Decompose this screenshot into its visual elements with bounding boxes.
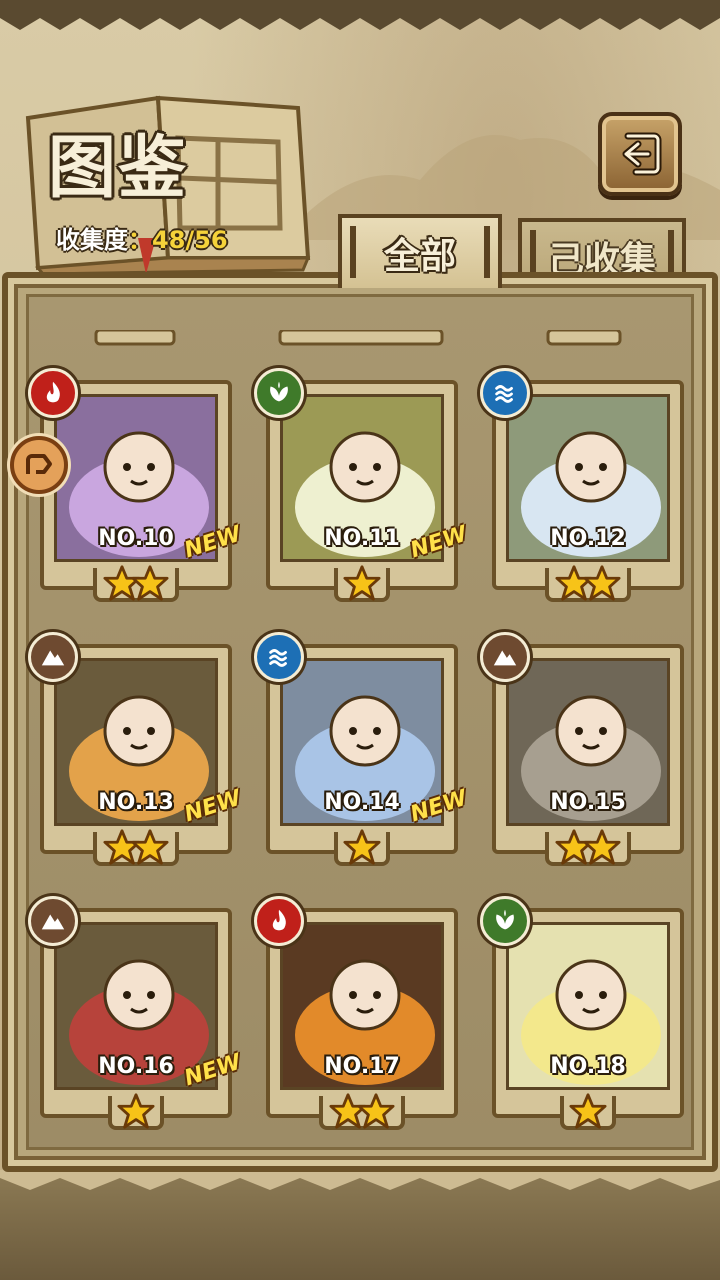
rarity-star-icon	[131, 565, 169, 601]
previous-row-stars	[278, 330, 444, 346]
element-badge	[480, 368, 530, 418]
rarity-stars	[103, 564, 169, 602]
element-badge	[28, 896, 78, 946]
card-art: NO.18	[506, 922, 670, 1090]
collection-card[interactable]: NO.15	[480, 632, 684, 866]
rarity-star-icon	[569, 1093, 607, 1129]
leaf-element-icon	[270, 381, 288, 402]
side-collapse-button[interactable]	[10, 436, 68, 494]
card-number: NO.12	[550, 526, 626, 551]
earth-element-icon	[41, 914, 65, 930]
collection-card[interactable]: NO.17	[254, 896, 458, 1130]
page-title: 图鉴	[48, 129, 189, 208]
collection-card[interactable]: NO.12	[480, 368, 684, 602]
element-badge	[28, 632, 78, 682]
collapse-arrow-icon	[26, 454, 52, 474]
collection-card[interactable]: NO.10 NEW	[28, 368, 244, 602]
rarity-stars	[555, 828, 621, 866]
rarity-stars	[117, 1092, 155, 1130]
rarity-star-icon	[357, 1093, 395, 1129]
collection-card[interactable]: NO.16 NEW	[28, 896, 244, 1130]
tab-all[interactable]: 全部	[338, 214, 502, 288]
rarity-star-icon	[117, 1093, 155, 1129]
rarity-star-icon	[131, 829, 169, 865]
collection-card[interactable]: NO.18	[480, 896, 684, 1130]
fire-element-icon	[46, 381, 60, 403]
element-badge	[254, 632, 304, 682]
card-grid: NO.10 NEW NO.11 NEW NO.12 NO.13 NEW NO.14 NEW NO.…	[28, 368, 690, 1140]
rarity-star-icon	[583, 829, 621, 865]
rarity-stars	[569, 1092, 607, 1130]
rarity-star-icon	[343, 829, 381, 865]
card-number: NO.18	[550, 1054, 626, 1079]
rarity-stars	[329, 1092, 395, 1130]
collection-card[interactable]: NO.13 NEW	[28, 632, 244, 866]
collection-colon: ：	[128, 226, 152, 254]
water-element-icon	[269, 649, 287, 667]
collection-progress: 收集度：48/56	[56, 220, 228, 255]
rarity-stars	[343, 828, 381, 866]
return-arrow-icon	[622, 132, 662, 176]
leaf-element-icon	[496, 909, 514, 930]
card-art: NO.12	[506, 394, 670, 562]
element-badge	[480, 632, 530, 682]
element-badge	[28, 368, 78, 418]
element-badge	[254, 896, 304, 946]
card-art: NO.15	[506, 658, 670, 826]
rarity-stars	[555, 564, 621, 602]
fire-element-icon	[272, 909, 286, 931]
bottom-torn-edge	[0, 1170, 720, 1190]
previous-row-stars	[546, 330, 622, 346]
card-number: NO.17	[324, 1054, 400, 1079]
water-element-icon	[495, 385, 513, 403]
element-badge	[480, 896, 530, 946]
collection-count: 48/56	[152, 226, 228, 254]
previous-row-stars	[94, 330, 176, 346]
collection-label: 收集度	[56, 226, 128, 254]
rarity-star-icon	[343, 565, 381, 601]
torn-paper-edge	[0, 0, 720, 30]
rarity-star-icon	[583, 565, 621, 601]
back-button[interactable]	[598, 112, 682, 196]
earth-element-icon	[493, 650, 517, 666]
rarity-stars	[343, 564, 381, 602]
collection-card[interactable]: NO.11 NEW	[254, 368, 470, 602]
earth-element-icon	[41, 650, 65, 666]
card-number: NO.15	[550, 790, 626, 815]
card-art: NO.17	[280, 922, 444, 1090]
element-badge	[254, 368, 304, 418]
collection-card[interactable]: NO.14 NEW	[254, 632, 470, 866]
rarity-stars	[103, 828, 169, 866]
